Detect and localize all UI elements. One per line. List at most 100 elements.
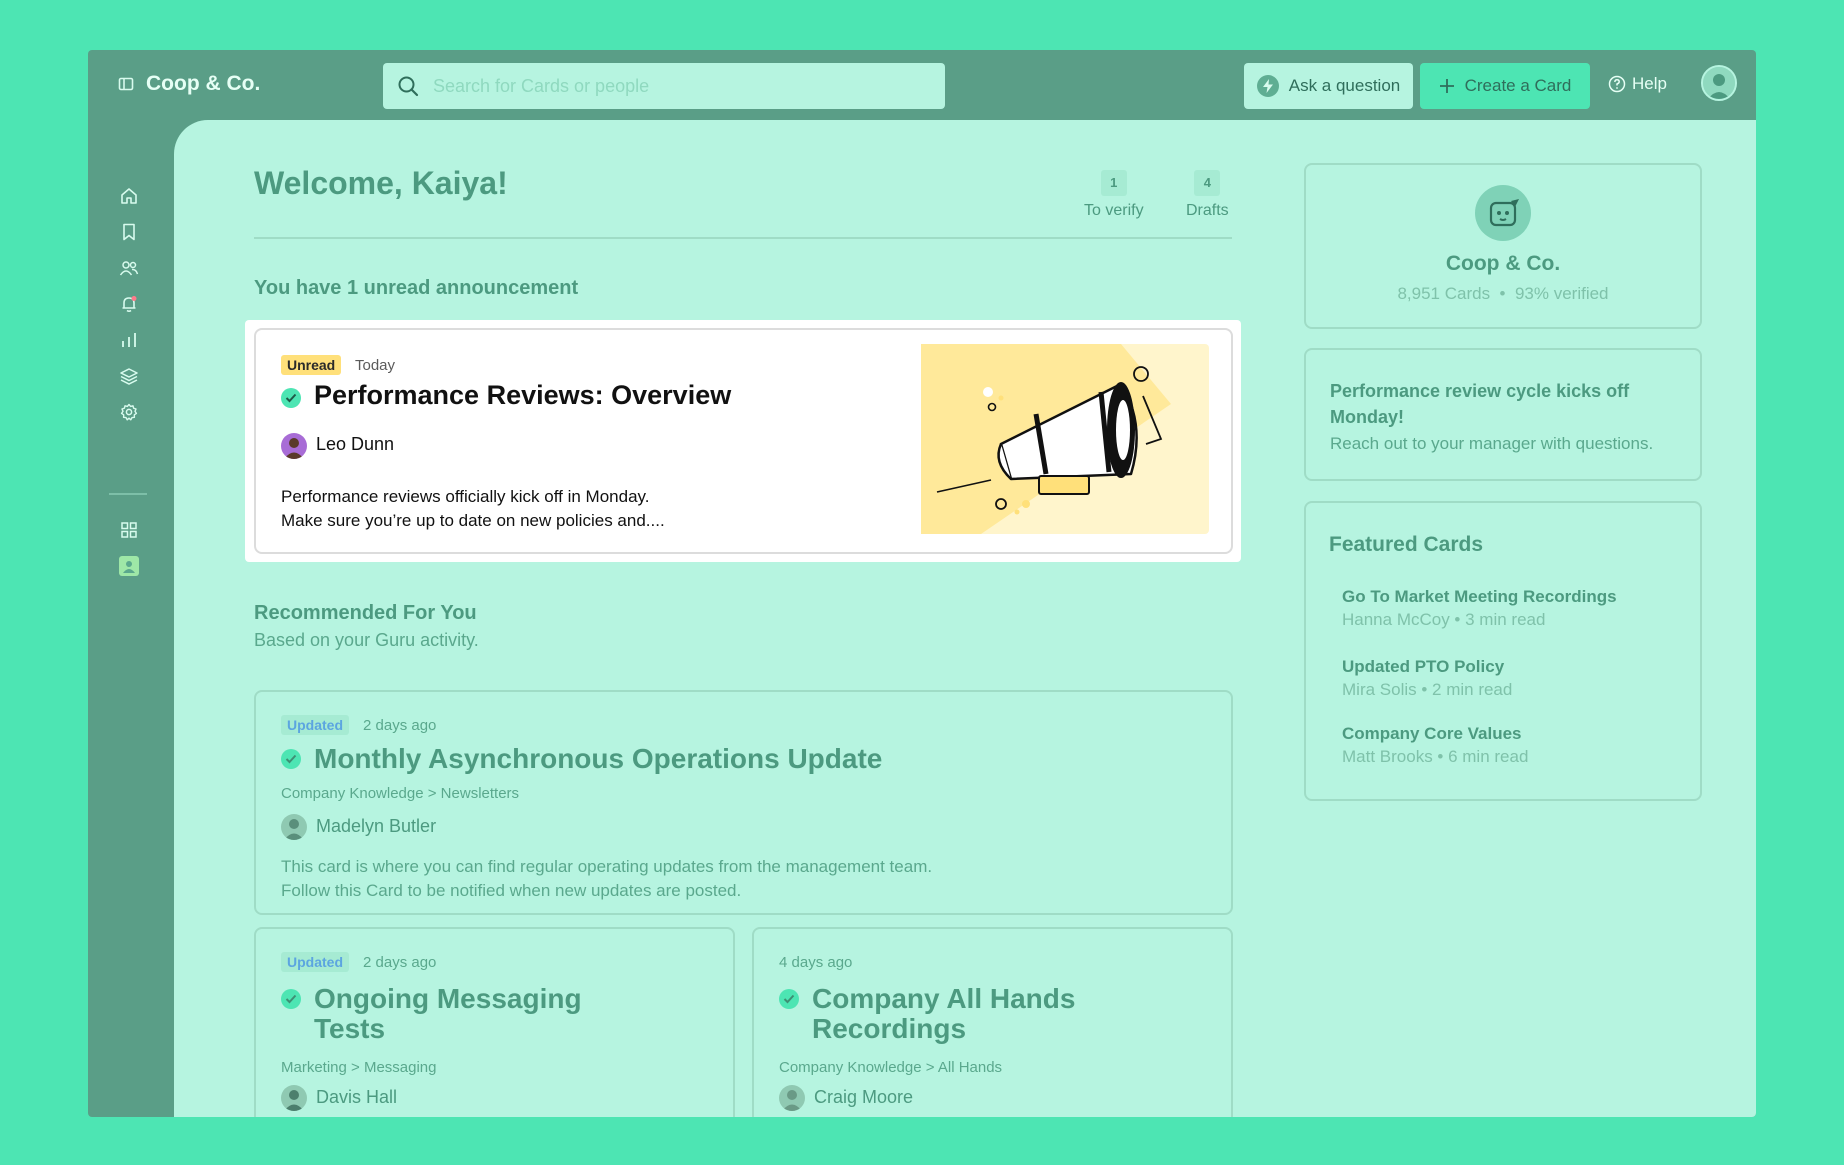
- bell-icon[interactable]: [119, 294, 139, 314]
- card-title[interactable]: Company All Hands Recordings: [812, 984, 1075, 1044]
- announcement-body-line: Performance reviews officially kick off …: [281, 487, 650, 506]
- card-path[interactable]: Marketing > Messaging: [281, 1059, 437, 1076]
- user-app-icon[interactable]: [119, 556, 139, 576]
- author-avatar[interactable]: [281, 433, 307, 459]
- verified-check-icon: [281, 989, 301, 1009]
- card-path[interactable]: Company Knowledge > All Hands: [779, 1059, 1002, 1076]
- org-logo-icon: [1475, 185, 1531, 241]
- card-date: 2 days ago: [363, 954, 437, 971]
- announcement-card[interactable]: Unread Today Performance Reviews: Overvi…: [254, 328, 1233, 554]
- apps-grid-icon[interactable]: [119, 520, 139, 540]
- updated-badge: Updated: [281, 715, 349, 735]
- recommended-subheading: Based on your Guru activity.: [254, 630, 479, 650]
- featured-card-name: Updated PTO Policy: [1342, 657, 1505, 676]
- help-icon: [1608, 75, 1626, 93]
- card-title-line: Ongoing Messaging: [314, 983, 582, 1014]
- card-title[interactable]: Monthly Asynchronous Operations Update: [314, 744, 882, 774]
- drafts-stat[interactable]: 4 Drafts: [1186, 170, 1229, 220]
- org-stats-separator: •: [1499, 284, 1506, 303]
- featured-card-name: Go To Market Meeting Recordings: [1342, 587, 1617, 606]
- org-name: Coop & Co.: [1445, 252, 1561, 275]
- card-body-line: This card is where you can find regular …: [281, 857, 933, 876]
- plus-icon: [1439, 79, 1454, 93]
- bookmark-icon[interactable]: [119, 222, 139, 242]
- featured-card-item[interactable]: Go To Market Meeting Recordings Hanna Mc…: [1342, 587, 1617, 630]
- notice-box[interactable]: Performance review cycle kicks off Monda…: [1304, 348, 1702, 481]
- user-avatar-image: [1703, 67, 1735, 99]
- author-avatar[interactable]: [281, 1085, 307, 1111]
- main-panel: Welcome, Kaiya! 1 To verify 4 Drafts You…: [174, 120, 1756, 1117]
- author-avatar[interactable]: [281, 814, 307, 840]
- analytics-icon[interactable]: [119, 330, 139, 350]
- announcement-title[interactable]: Performance Reviews: Overview: [314, 380, 731, 411]
- top-bar: Coop & Co. Ask a question Create a Card: [88, 50, 1756, 120]
- card-author[interactable]: Craig Moore: [814, 1087, 913, 1108]
- announcement-body: Performance reviews officially kick off …: [281, 485, 665, 533]
- rail-divider: [109, 493, 147, 495]
- featured-card-meta: Mira Solis • 2 min read: [1342, 680, 1513, 699]
- notice-body: Reach out to your manager with questions…: [1330, 434, 1654, 453]
- card-path[interactable]: Company Knowledge > Newsletters: [281, 785, 519, 802]
- card-title-line: Tests: [314, 1013, 386, 1044]
- welcome-title: Welcome, Kaiya!: [254, 165, 508, 201]
- featured-cards-box: Featured Cards Go To Market Meeting Reco…: [1304, 501, 1702, 801]
- lightning-icon: [1256, 75, 1279, 97]
- recommended-card[interactable]: Updated 2 days ago Monthly Asynchronous …: [254, 690, 1233, 915]
- drafts-count: 4: [1194, 170, 1221, 196]
- featured-card-item[interactable]: Company Core Values Matt Brooks • 6 min …: [1342, 724, 1528, 767]
- people-icon[interactable]: [119, 258, 139, 278]
- left-rail: [88, 120, 174, 1117]
- ask-question-button[interactable]: Ask a question: [1244, 63, 1413, 109]
- create-card-button[interactable]: Create a Card: [1420, 63, 1590, 109]
- card-author[interactable]: Madelyn Butler: [316, 816, 436, 837]
- megaphone-illustration: [921, 344, 1209, 534]
- collections-icon[interactable]: [119, 366, 139, 386]
- to-verify-label: To verify: [1084, 202, 1144, 219]
- card-title-line: Company All Hands: [812, 983, 1076, 1014]
- announcement-highlight: Unread Today Performance Reviews: Overvi…: [245, 320, 1241, 562]
- to-verify-stat[interactable]: 1 To verify: [1084, 170, 1144, 220]
- org-verified-percent: 93% verified: [1514, 284, 1609, 303]
- card-title-line: Recordings: [812, 1013, 967, 1044]
- verified-check-icon: [281, 388, 301, 408]
- home-icon[interactable]: [119, 186, 139, 206]
- card-date: 4 days ago: [779, 954, 853, 971]
- app-window: Coop & Co. Ask a question Create a Card: [88, 50, 1756, 1117]
- card-body-line: Follow this Card to be notified when new…: [281, 881, 742, 900]
- announcement-date: Today: [355, 357, 396, 374]
- updated-badge: Updated: [281, 952, 349, 972]
- announcement-heading: You have 1 unread announcement: [254, 277, 579, 299]
- settings-icon[interactable]: [119, 402, 139, 422]
- notice-title: Performance review cycle kicks off Monda…: [1330, 381, 1630, 427]
- search-bar[interactable]: [383, 63, 945, 109]
- featured-cards-title: Featured Cards: [1329, 533, 1484, 556]
- welcome-divider: [254, 237, 1232, 239]
- org-stats: 8,951 Cards • 93% verified: [1306, 284, 1700, 304]
- featured-card-item[interactable]: Updated PTO Policy Mira Solis • 2 min re…: [1342, 657, 1512, 700]
- card-author[interactable]: Davis Hall: [316, 1087, 397, 1108]
- card-title[interactable]: Ongoing Messaging Tests: [314, 984, 582, 1044]
- user-avatar[interactable]: [1701, 65, 1737, 101]
- featured-card-meta: Matt Brooks • 6 min read: [1342, 747, 1529, 766]
- verified-check-icon: [281, 749, 301, 769]
- author-avatar[interactable]: [779, 1085, 805, 1111]
- recommended-card[interactable]: Updated 2 days ago Ongoing Messaging Tes…: [254, 927, 735, 1117]
- search-icon: [398, 76, 419, 97]
- help-label: Help: [1632, 74, 1667, 93]
- create-card-label: Create a Card: [1464, 76, 1572, 95]
- featured-card-meta: Hanna McCoy • 3 min read: [1342, 610, 1546, 629]
- search-input[interactable]: [433, 75, 903, 97]
- org-summary-box[interactable]: Coop & Co. 8,951 Cards • 93% verified: [1304, 163, 1702, 329]
- card-body: This card is where you can find regular …: [281, 855, 932, 903]
- brand[interactable]: Coop & Co.: [118, 72, 260, 96]
- announcement-body-line: Make sure you’re up to date on new polic…: [281, 511, 665, 530]
- recommended-card[interactable]: 4 days ago Company All Hands Recordings …: [752, 927, 1233, 1117]
- help-button[interactable]: Help: [1608, 74, 1667, 94]
- drafts-label: Drafts: [1186, 202, 1229, 219]
- unread-badge: Unread: [281, 355, 342, 375]
- org-card-count: 8,951 Cards: [1397, 284, 1491, 303]
- verified-check-icon: [779, 989, 799, 1009]
- sidebar-toggle-icon[interactable]: [118, 76, 134, 92]
- card-date: 2 days ago: [363, 717, 437, 734]
- announcement-author[interactable]: Leo Dunn: [316, 434, 394, 455]
